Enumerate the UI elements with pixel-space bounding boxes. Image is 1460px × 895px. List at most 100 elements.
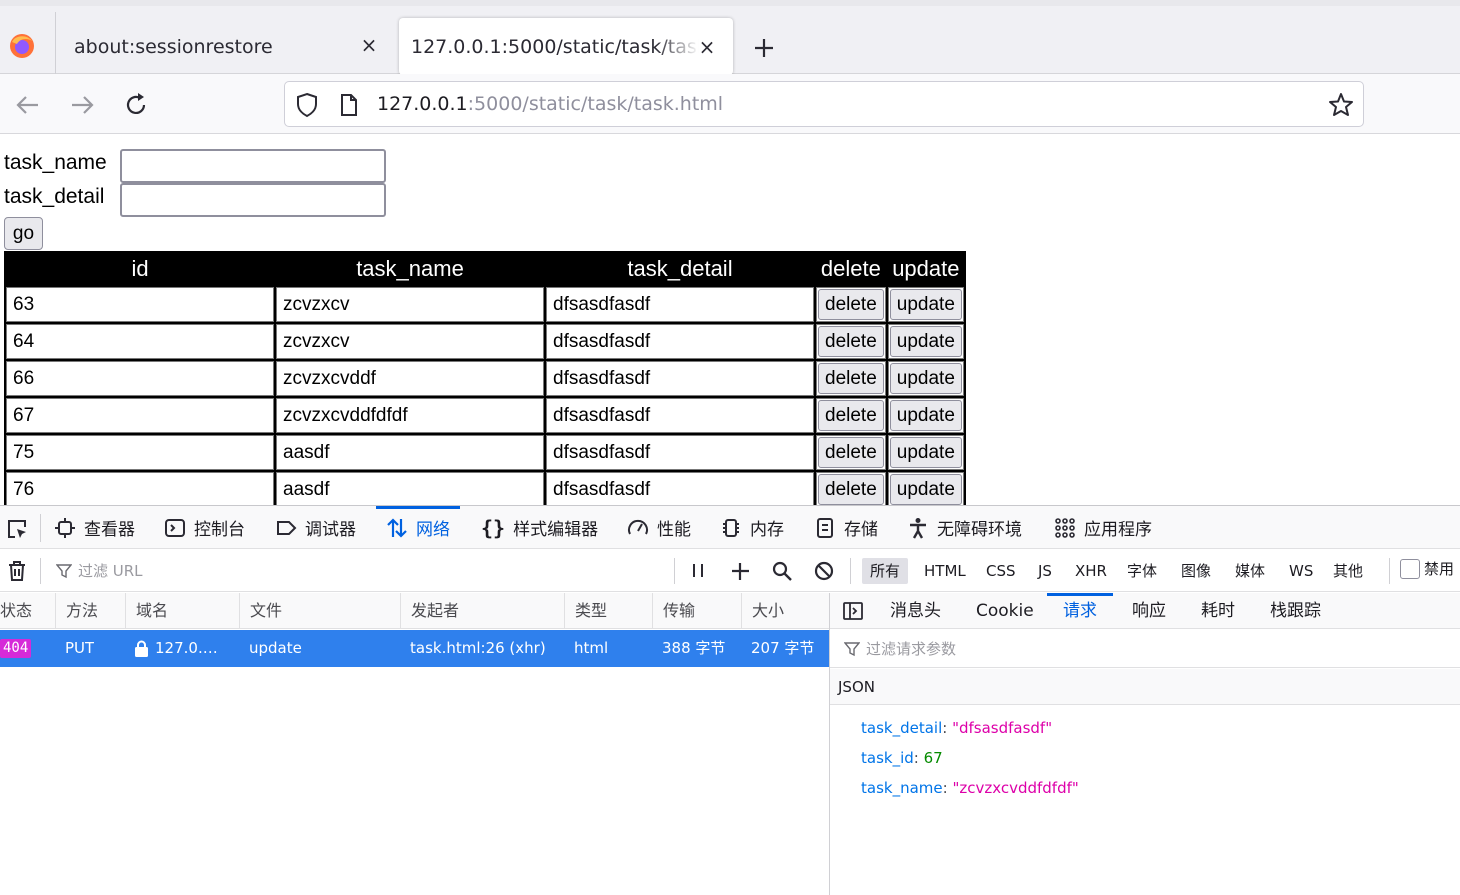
json-value: "dfsasdfasdf" — [952, 719, 1053, 737]
update-button[interactable]: update — [889, 400, 962, 431]
forward-arrow-icon[interactable] — [67, 90, 97, 120]
update-button[interactable]: update — [889, 326, 962, 357]
inspector-icon — [55, 517, 75, 538]
accessibility-icon — [910, 517, 926, 539]
tab-label: 查看器 — [84, 520, 135, 540]
tab-accessibility[interactable]: 无障碍环境 — [907, 506, 1022, 549]
task-name-input[interactable] — [120, 149, 386, 183]
task-table: id task_name task_detail delete update 6… — [4, 251, 966, 505]
request-details-panel: 消息头 Cookie 请求 响应 耗时 栈跟踪 过滤请求参数 JSON task… — [829, 593, 1460, 895]
tab-network[interactable]: 网络 — [376, 506, 460, 549]
type-filter-fonts[interactable]: 字体 — [1119, 558, 1165, 584]
close-tab-icon[interactable]: × — [358, 34, 380, 56]
devtools-toolbar: 查看器 控制台 调试器 网络 {} 样式编辑器 性能 内存 存储 无障碍环境 应… — [0, 506, 1460, 549]
tab-debugger[interactable]: 调试器 — [275, 506, 356, 549]
cell-delete: delete — [816, 398, 886, 433]
bookmark-star-icon[interactable] — [1328, 92, 1354, 118]
toggle-panel-icon[interactable] — [842, 600, 864, 622]
column-header-method[interactable]: 方法 — [55, 593, 98, 629]
tab-timings[interactable]: 耗时 — [1201, 593, 1235, 629]
application-grid-icon — [1055, 517, 1075, 538]
json-property[interactable]: task_detail: "dfsasdfasdf" — [861, 719, 1052, 737]
tab-style-editor[interactable]: {} 样式编辑器 — [481, 506, 598, 549]
request-list-header: 状态 方法 域名 文件 发起者 类型 传输 大小 — [0, 593, 830, 629]
type-filter-js[interactable]: JS — [1030, 558, 1060, 584]
update-button[interactable]: update — [889, 474, 962, 505]
new-tab-icon[interactable] — [750, 34, 778, 62]
delete-button[interactable]: delete — [818, 363, 884, 394]
back-arrow-icon[interactable] — [13, 90, 43, 120]
tab-cookies[interactable]: Cookie — [976, 593, 1034, 629]
delete-button[interactable]: delete — [818, 437, 884, 468]
cell-task-name: aasdf — [276, 435, 544, 470]
search-icon[interactable] — [771, 560, 793, 582]
debugger-icon — [277, 520, 297, 535]
request-initiator[interactable]: task.html:26 (xhr) — [410, 630, 546, 667]
firefox-logo-icon[interactable] — [8, 32, 36, 60]
request-params-filter[interactable]: 过滤请求参数 — [830, 630, 1460, 668]
tab-response[interactable]: 响应 — [1132, 593, 1166, 629]
cell-task-name: zcvzxcv — [276, 287, 544, 322]
block-icon[interactable] — [813, 560, 835, 582]
cell-id: 76 — [6, 472, 274, 505]
add-icon[interactable] — [729, 560, 751, 582]
column-header-transferred[interactable]: 传输 — [652, 593, 695, 629]
url-bar[interactable]: 127.0.0.1:5000/static/task/task.html — [284, 81, 1364, 127]
delete-button[interactable]: delete — [818, 289, 884, 320]
json-key: task_name — [861, 779, 943, 797]
delete-button[interactable]: delete — [818, 326, 884, 357]
type-filter-media[interactable]: 媒体 — [1227, 558, 1273, 584]
url-text[interactable]: 127.0.0.1:5000/static/task/task.html — [377, 93, 723, 115]
update-button[interactable]: update — [889, 289, 962, 320]
delete-button[interactable]: delete — [818, 400, 884, 431]
request-row-selected[interactable]: 404 PUT 127.0.… update task.html:26 (xhr… — [0, 630, 830, 667]
json-section-header[interactable]: JSON — [830, 669, 1460, 705]
disable-cache-toggle[interactable]: 禁用 — [1400, 558, 1454, 579]
tab-performance[interactable]: 性能 — [627, 506, 691, 549]
url-filter-placeholder: 过滤 URL — [78, 562, 143, 580]
pause-icon[interactable] — [687, 560, 709, 582]
type-filter-css[interactable]: CSS — [978, 558, 1024, 584]
type-filter-ws[interactable]: WS — [1281, 558, 1321, 584]
update-button[interactable]: update — [889, 363, 962, 394]
page-document-icon[interactable] — [339, 93, 359, 117]
column-header-file[interactable]: 文件 — [239, 593, 282, 629]
go-button[interactable]: go — [4, 217, 43, 250]
column-header-size[interactable]: 大小 — [741, 593, 784, 629]
column-header-domain[interactable]: 域名 — [125, 593, 168, 629]
type-filter-other[interactable]: 其他 — [1325, 558, 1371, 584]
disable-cache-checkbox[interactable] — [1400, 558, 1420, 579]
reload-icon[interactable] — [121, 90, 151, 120]
column-header-type[interactable]: 类型 — [564, 593, 607, 629]
tab-console[interactable]: 控制台 — [164, 506, 245, 549]
tab-headers[interactable]: 消息头 — [890, 593, 941, 629]
update-button[interactable]: update — [889, 437, 962, 468]
trash-icon[interactable] — [6, 560, 28, 582]
type-filter-all[interactable]: 所有 — [862, 558, 909, 584]
json-key: task_detail — [861, 719, 943, 737]
tab-application[interactable]: 应用程序 — [1054, 506, 1152, 549]
close-tab-icon[interactable]: × — [696, 36, 718, 58]
task-name-label: task_name — [4, 151, 107, 174]
shield-icon[interactable] — [295, 92, 319, 118]
json-property[interactable]: task_id: 67 — [861, 749, 943, 767]
table-row: 63 zcvzxcv dfsasdfasdf delete update — [6, 287, 964, 322]
json-property[interactable]: task_name: "zcvzxcvddfdfdf" — [861, 779, 1079, 797]
tab-request[interactable]: 请求 — [1047, 593, 1113, 629]
column-header-status[interactable]: 状态 — [0, 593, 32, 629]
element-picker-icon[interactable] — [5, 517, 29, 541]
tab-storage[interactable]: 存储 — [814, 506, 878, 549]
tab-task-html[interactable]: 127.0.0.1:5000/static/task/task.html × — [399, 18, 733, 75]
tab-sessionrestore[interactable]: about:sessionrestore × — [60, 16, 390, 76]
column-header-initiator[interactable]: 发起者 — [400, 593, 459, 629]
tab-stack-trace[interactable]: 栈跟踪 — [1270, 593, 1321, 629]
task-detail-input[interactable] — [120, 183, 386, 217]
cell-update: update — [887, 472, 964, 505]
type-filter-xhr[interactable]: XHR — [1067, 558, 1115, 584]
delete-button[interactable]: delete — [818, 474, 884, 505]
type-filter-images[interactable]: 图像 — [1173, 558, 1219, 584]
url-filter-input[interactable]: 过滤 URL — [56, 560, 143, 581]
type-filter-html[interactable]: HTML — [916, 558, 974, 584]
tab-inspector[interactable]: 查看器 — [54, 506, 135, 549]
tab-memory[interactable]: 内存 — [720, 506, 784, 549]
